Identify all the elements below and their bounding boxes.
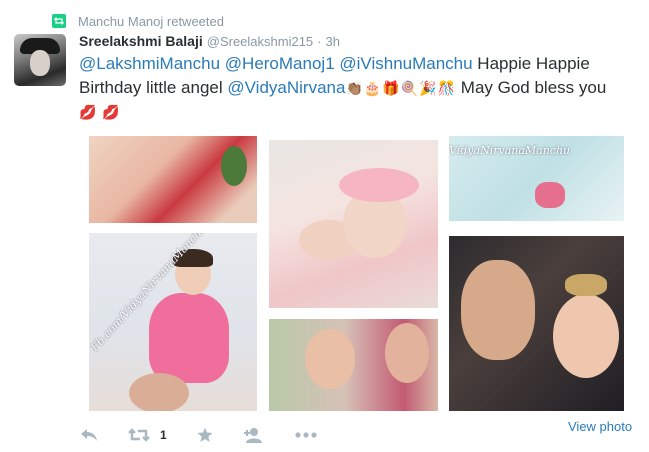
photo-watermark: VidyaNirvanaManchu	[449, 144, 571, 157]
follow-icon[interactable]	[243, 427, 265, 443]
lollipop-emoji-icon: 🍭	[400, 80, 419, 96]
retweet-badge-icon	[52, 14, 66, 28]
reply-icon[interactable]	[80, 428, 98, 442]
tweet-text: @LakshmiManchu @HeroManoj1 @iVishnuManch…	[79, 52, 639, 124]
retweet-context-text[interactable]: Manchu Manoj retweeted	[78, 14, 224, 29]
avatar[interactable]	[14, 34, 66, 86]
mention-link[interactable]: @HeroManoj1	[225, 54, 335, 73]
tweet-photo[interactable]	[269, 140, 438, 308]
view-photo-link[interactable]: View photo	[568, 419, 632, 434]
mention-link[interactable]: @LakshmiManchu	[79, 54, 220, 73]
tweet-photo[interactable]: VidyaNirvanaManchu	[449, 136, 624, 221]
author-fullname[interactable]: Sreelakshmi Balaji	[79, 33, 203, 49]
lips-emoji-icon: 💋	[102, 104, 120, 120]
tweet-photo[interactable]	[449, 236, 624, 411]
tweet-photo[interactable]	[89, 136, 257, 223]
tweet-text-segment: May God bless you	[456, 78, 607, 97]
favorite-icon[interactable]	[197, 427, 213, 443]
retweet-icon	[128, 428, 150, 442]
retweet-context: Manchu Manoj retweeted	[52, 12, 224, 30]
cake-emoji-icon: 🎂	[363, 80, 382, 96]
mention-link[interactable]: @VidyaNirvana	[227, 78, 345, 97]
author-username[interactable]: @Sreelakshmi215	[207, 34, 313, 49]
tweet-timestamp[interactable]: 3h	[326, 34, 340, 49]
lips-emoji-icon: 💋	[79, 104, 97, 120]
tweet-actions: 1	[80, 424, 347, 446]
tweet-photo[interactable]	[269, 319, 438, 411]
gift-emoji-icon: 🎁	[382, 80, 400, 96]
retweet-button[interactable]: 1	[128, 428, 167, 442]
party-popper-emoji-icon: 🎉	[419, 80, 437, 96]
tweet-photo[interactable]: Fb.com/VidyaNirvanaManchu	[89, 233, 257, 411]
header-separator: ·	[317, 34, 322, 49]
more-icon[interactable]	[295, 432, 317, 438]
mention-link[interactable]: @iVishnuManchu	[339, 54, 472, 73]
tweet-header: Sreelakshmi Balaji @Sreelakshmi215 · 3h	[79, 33, 340, 49]
clapping-hands-emoji-icon: 👏🏽	[345, 80, 363, 96]
confetti-ball-emoji-icon: 🎊	[437, 80, 456, 96]
retweet-count: 1	[160, 428, 167, 442]
